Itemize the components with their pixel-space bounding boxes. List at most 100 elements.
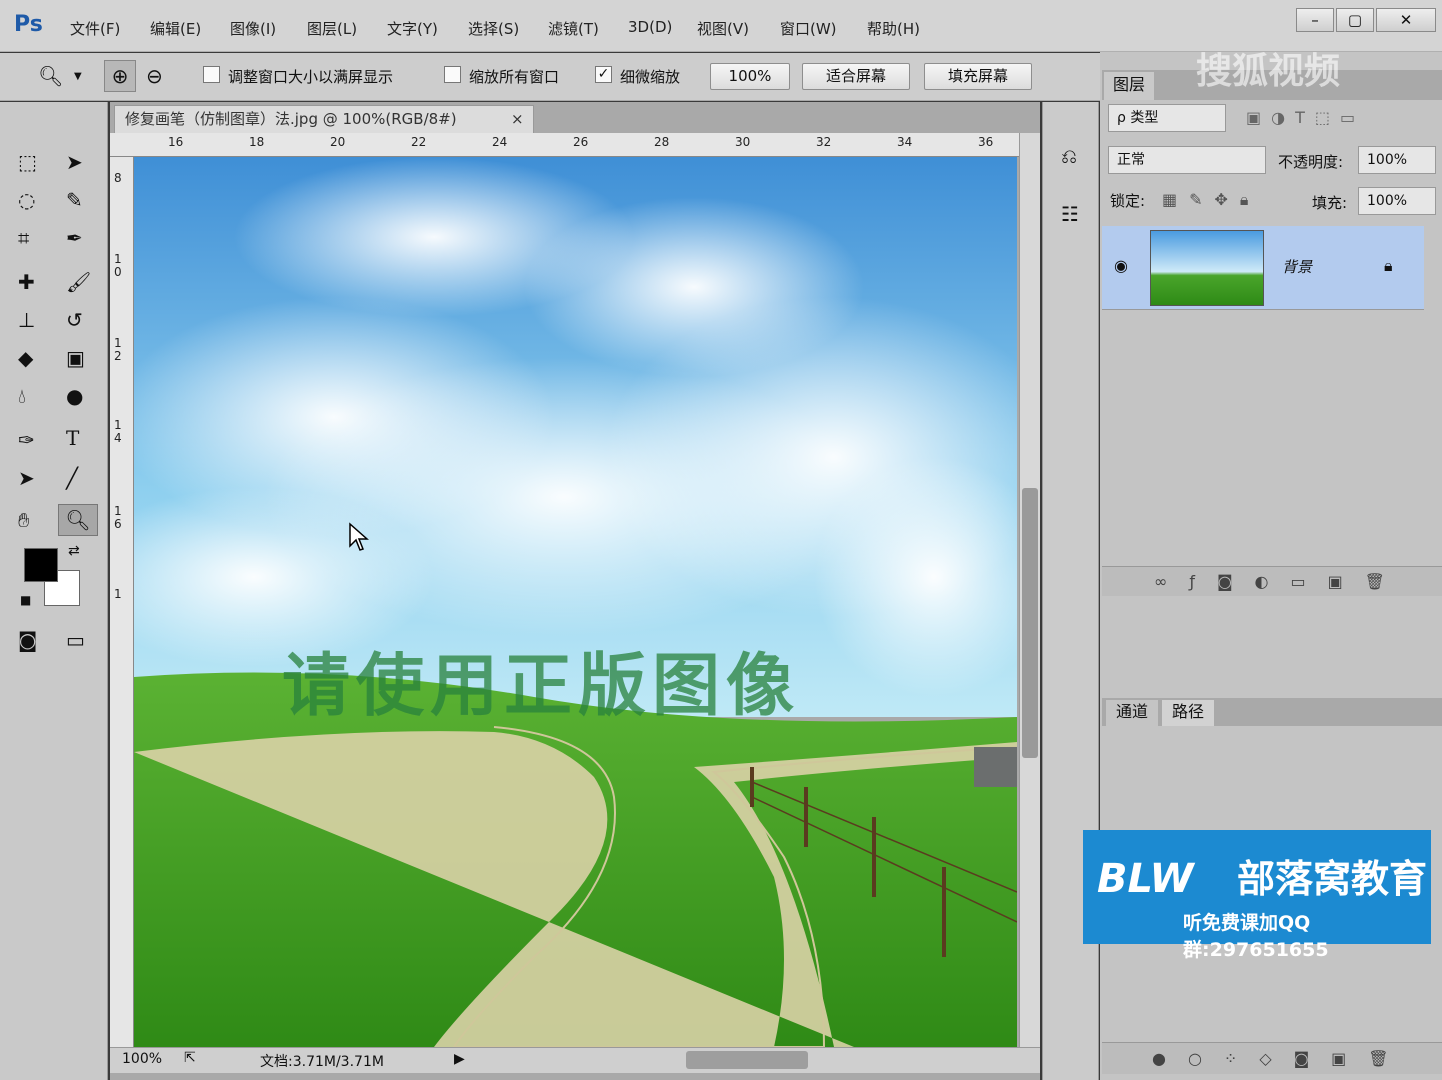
sohu-watermark: 搜狐视频 [1196, 51, 1341, 92]
minimize-button[interactable]: – [1296, 8, 1334, 32]
vertical-scrollbar[interactable] [1019, 133, 1040, 1047]
scrubby-zoom-checkbox[interactable]: ✓ [595, 66, 612, 83]
screen-mode-icon[interactable]: ▭ [66, 630, 85, 650]
menu-3d[interactable]: 3D(D) [628, 18, 672, 36]
share-icon[interactable]: ⇱ [184, 1050, 196, 1066]
clone-stamp-icon[interactable]: ⊥ [18, 310, 35, 330]
zoom-all-windows-checkbox[interactable] [444, 66, 461, 83]
document-tab-title: 修复画笔（仿制图章）法.jpg @ 100%(RGB/8#) [125, 110, 457, 128]
lock-icon: 🔒︎ [1384, 256, 1393, 275]
lock-icons[interactable]: ▦✎✥🔒︎ [1162, 190, 1260, 210]
ruler-v-tick: 14 [114, 418, 122, 445]
ruler-h-tick: 36 [978, 135, 994, 149]
menu-window[interactable]: 窗口(W) [780, 18, 837, 39]
close-tab-icon[interactable]: × [511, 106, 524, 132]
photoshop-logo: Ps [14, 12, 43, 37]
horizontal-scroll-thumb[interactable] [686, 1051, 808, 1069]
eraser-tool-icon[interactable]: ◆ [18, 348, 33, 368]
healing-brush-icon[interactable]: ✚ [18, 272, 35, 292]
history-brush-icon[interactable]: ↺ [66, 310, 83, 330]
fill-screen-button[interactable]: 填充屏幕 [924, 63, 1032, 90]
fill-input[interactable]: 100% [1358, 187, 1436, 215]
properties-panel-icon[interactable]: ☷ [1061, 204, 1079, 224]
zoom-all-windows-label: 缩放所有窗口 [469, 68, 560, 86]
dodge-tool-icon[interactable]: ● [66, 386, 83, 406]
status-menu-icon[interactable]: ▶ [454, 1051, 465, 1067]
eyedropper-icon[interactable]: ✒ [66, 228, 83, 248]
default-colors-icon[interactable]: ■ [20, 594, 31, 606]
opacity-input[interactable]: 100% [1358, 146, 1436, 174]
ruler-h-tick: 34 [897, 135, 913, 149]
ruler-v-tick: 8 [114, 171, 122, 185]
menu-layer[interactable]: 图层(L) [307, 18, 357, 39]
maximize-button[interactable]: ▢ [1336, 8, 1374, 32]
foreground-color-swatch-top[interactable] [24, 548, 58, 582]
zoom-in-icon[interactable]: ⊕ [104, 60, 136, 92]
ruler-v-tick: 16 [114, 504, 122, 531]
opacity-label: 不透明度: [1278, 153, 1344, 171]
blw-logo: BLW [1097, 856, 1194, 902]
layer-filter-icons[interactable]: ▣◑T⬚▭ [1246, 108, 1365, 127]
move-tool-icon[interactable]: ➤ [66, 152, 83, 172]
menu-view[interactable]: 视图(V) [697, 18, 749, 39]
zoom-tool-selected-icon[interactable]: 🔍︎ [58, 504, 98, 536]
ruler-h-tick: 26 [573, 135, 589, 149]
scroll-thumb[interactable] [1022, 488, 1038, 758]
close-button[interactable]: ✕ [1376, 8, 1436, 32]
blend-mode-select[interactable]: 正常 [1108, 146, 1266, 174]
resize-windows-label: 调整窗口大小以满屏显示 [228, 68, 394, 86]
ruler-v-tick: 1 [114, 587, 122, 601]
tab-channels[interactable]: 通道 [1106, 700, 1158, 726]
doc-info: 文档:3.71M/3.71M [260, 1054, 384, 1070]
fill-label: 填充: [1312, 194, 1348, 212]
menu-type[interactable]: 文字(Y) [387, 18, 438, 39]
layer-filter-select[interactable]: ρ 类型 [1108, 104, 1226, 132]
fit-screen-button[interactable]: 适合屏幕 [802, 63, 910, 90]
menu-image[interactable]: 图像(I) [230, 18, 276, 39]
pen-tool-icon[interactable]: ✑ [18, 430, 35, 450]
crop-tool-icon[interactable]: ⌗ [18, 228, 29, 248]
resize-windows-checkbox[interactable] [203, 66, 220, 83]
actual-pixels-button[interactable]: 100% [710, 63, 790, 90]
scrubby-zoom-label: 细微缩放 [620, 68, 681, 86]
ruler-h-tick: 22 [411, 135, 427, 149]
menu-help[interactable]: 帮助(H) [867, 18, 920, 39]
brush-tool-icon[interactable]: 🖌︎ [66, 272, 91, 292]
tab-paths[interactable]: 路径 [1162, 700, 1214, 726]
line-tool-icon[interactable]: ╱ [66, 468, 78, 488]
lasso-tool-icon[interactable]: ◌ [18, 190, 35, 210]
zoom-tool-icon[interactable]: 🔍︎ [38, 66, 63, 86]
blur-tool-icon[interactable]: 💧︎ [18, 386, 26, 406]
canvas-image[interactable]: 请使用正版图像 [134, 157, 1017, 1047]
visibility-eye-icon[interactable]: ◉ [1114, 256, 1128, 275]
ruler-h-tick: 18 [249, 135, 265, 149]
zoom-out-icon[interactable]: ⊖ [146, 66, 163, 86]
ruler-h-tick: 16 [168, 135, 184, 149]
layer-row-background[interactable]: ◉ 背景 🔒︎ [1102, 226, 1424, 310]
quick-select-icon[interactable]: ✎ [66, 190, 83, 210]
layer-name[interactable]: 背景 [1282, 256, 1312, 277]
swap-colors-icon[interactable]: ⇄ [68, 544, 80, 558]
hand-tool-icon[interactable]: ✋︎ [18, 510, 29, 530]
toolbox: ⬚ ➤ ◌ ✎ ⌗ ✒ ✚ 🖌︎ ⊥ ↺ ◆ ▣ 💧︎ ● ✑ T ➤ ╱ ✋︎… [0, 102, 108, 1080]
path-footer-icons[interactable]: ●○⁘◇◙▣🗑︎ [1152, 1049, 1411, 1068]
menu-select[interactable]: 选择(S) [468, 18, 519, 39]
path-select-icon[interactable]: ➤ [18, 468, 35, 488]
layer-footer-icons[interactable]: ∞ƒ◙◐▭▣🗑︎ [1154, 572, 1407, 591]
menu-file[interactable]: 文件(F) [70, 18, 120, 39]
history-panel-icon[interactable]: ⎌ [1061, 146, 1077, 166]
lock-label: 锁定: [1110, 192, 1146, 210]
ruler-h-tick: 28 [654, 135, 670, 149]
menu-filter[interactable]: 滤镜(T) [548, 18, 599, 39]
tab-layers[interactable]: 图层 [1104, 72, 1154, 100]
type-tool-icon[interactable]: T [66, 428, 79, 448]
gradient-tool-icon[interactable]: ▣ [66, 348, 85, 368]
ruler-h-tick: 30 [735, 135, 751, 149]
menu-edit[interactable]: 编辑(E) [150, 18, 201, 39]
quick-mask-icon[interactable]: ◙ [18, 630, 37, 650]
chevron-down-icon[interactable]: ▼ [74, 72, 82, 82]
blw-ad-overlay: BLW 部落窝教育 听免费课加QQ群:297651655 [1083, 830, 1431, 961]
zoom-level[interactable]: 100% [122, 1051, 162, 1067]
marquee-tool-icon[interactable]: ⬚ [18, 152, 37, 172]
document-tab[interactable]: 修复画笔（仿制图章）法.jpg @ 100%(RGB/8#) × [114, 105, 534, 133]
